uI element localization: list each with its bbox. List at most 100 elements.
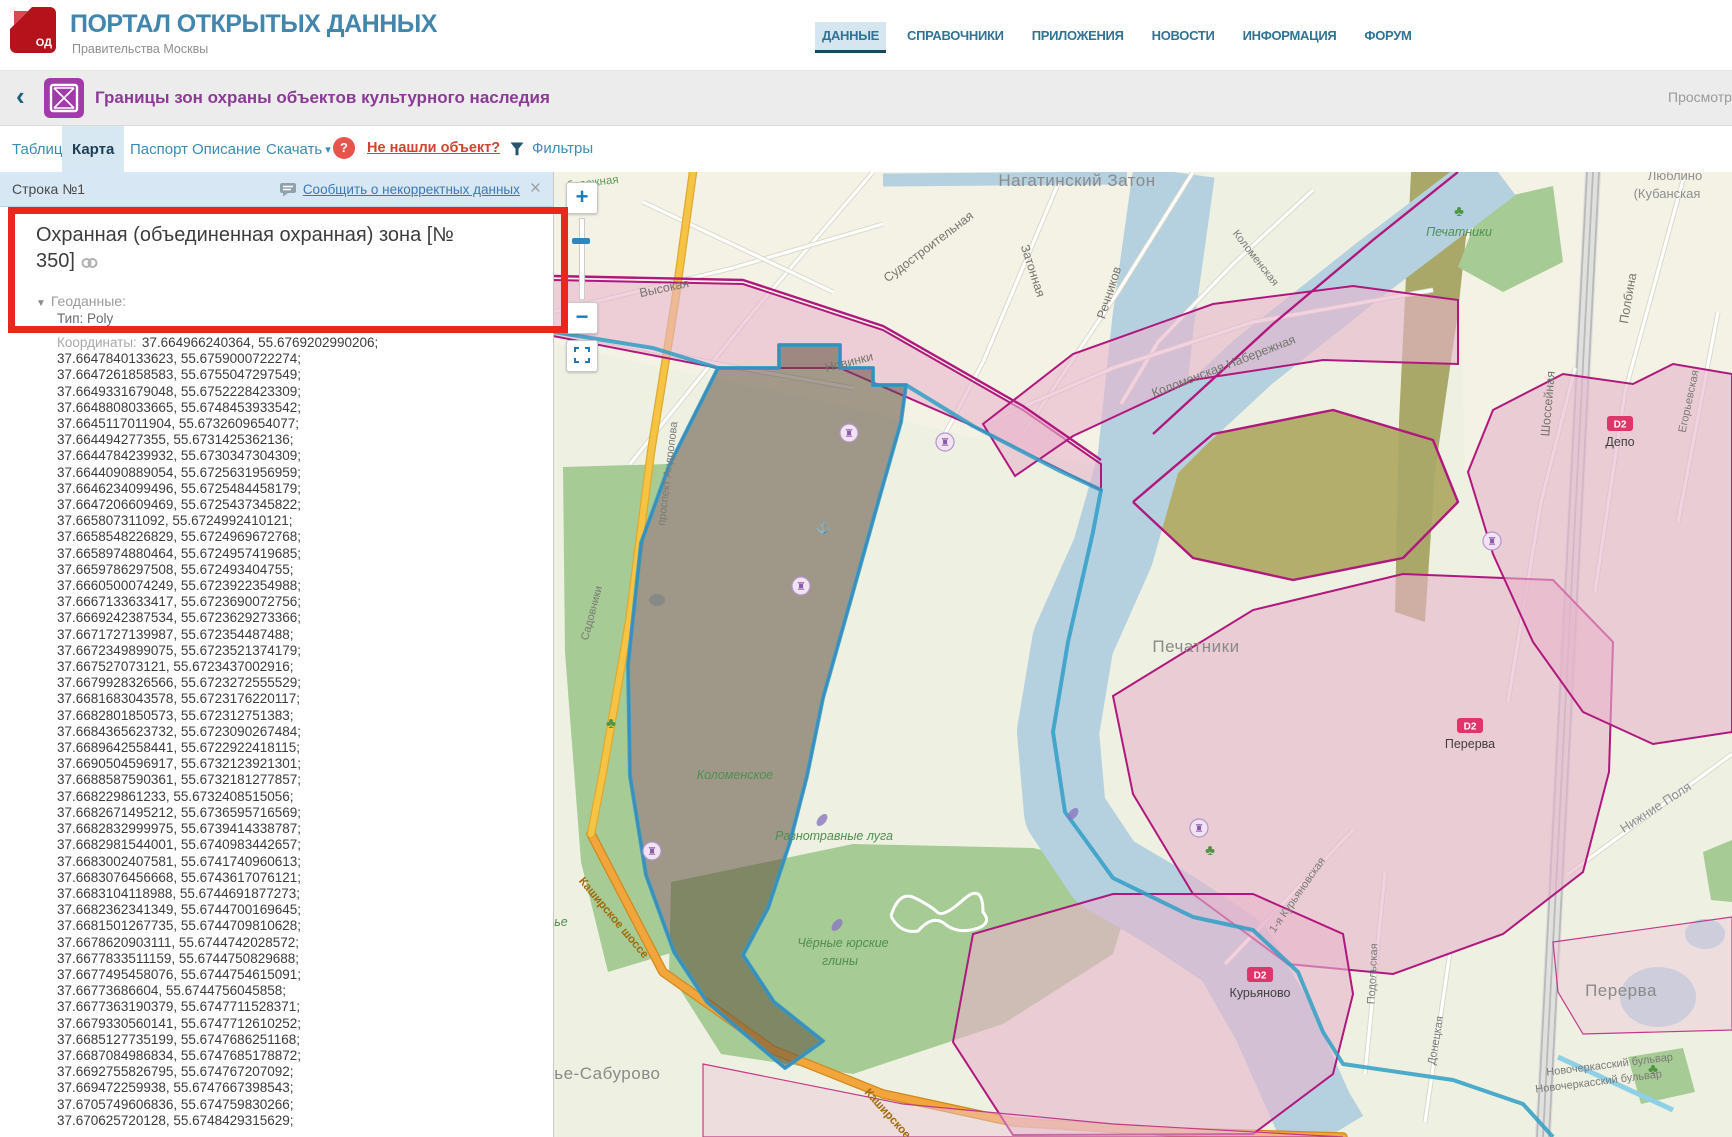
coordinate-value: 37.6682801850573, 55.672312751383;: [57, 708, 553, 724]
geometry-type: Тип: Poly: [57, 311, 553, 326]
not-found-link[interactable]: Не нашли объект?: [367, 140, 500, 156]
nav-item-forum[interactable]: ФОРУМ: [1357, 22, 1418, 50]
coordinate-value: 37.6681683043578, 55.6723176220117;: [57, 691, 553, 707]
coordinate-value: 37.6683076456668, 55.6743617076121;: [57, 870, 553, 886]
fullscreen-button[interactable]: [566, 340, 598, 372]
map-label: Чёрные юрские: [797, 936, 888, 950]
coordinate-value: 37.66773686604, 55.6744756045858;: [57, 983, 553, 999]
views-counter: Просмотре: [1668, 89, 1732, 105]
coordinate-value: 37.6682981544001, 55.6740983442657;: [57, 837, 553, 853]
coordinate-value: 37.665807311092, 55.6724992410121;: [57, 513, 553, 529]
record-panel-header: Строка №1 Сообщить о некоррект​ных данны…: [0, 172, 553, 207]
row-label: Строка №1: [12, 181, 85, 197]
coordinate-value: 37.6692755826795, 55.674767207092;: [57, 1064, 553, 1080]
map-label: ье: [554, 915, 568, 929]
coordinate-value: 37.6647206609469, 55.6725437345822;: [57, 497, 553, 513]
protection-zone: [953, 894, 1353, 1135]
portal-title[interactable]: ПОРТАЛ ОТКРЫТЫХ ДАННЫХ: [70, 10, 437, 39]
coordinate-value: 37.6649331679048, 55.6752228423309;: [57, 384, 553, 400]
coordinate-value: 37.668229861233, 55.6732408515056;: [57, 789, 553, 805]
coordinate-value: 37.669472259938, 55.6747667398543;: [57, 1080, 553, 1096]
coordinate-value: 37.6682832999975, 55.6739414338787;: [57, 821, 553, 837]
coordinate-value: 37.6687084986834, 55.6747685178872;: [57, 1048, 553, 1064]
coordinate-value: 37.670625720128, 55.6748429315629;: [57, 1113, 553, 1129]
map[interactable]: ♜♜♜♜♜♜♣♣♣♣⚓Нагатинский ЗатонСудостроител…: [553, 172, 1732, 1137]
museum-icon: ♜: [844, 428, 854, 440]
map-label: Коломенское: [697, 768, 774, 782]
coordinate-value: 37.664966240364, 55.6769202990206;: [142, 335, 379, 350]
geodata-section-toggle[interactable]: ▼Геоданные:: [36, 293, 553, 309]
coordinate-value: 37.6659786297508, 55.672493404755;: [57, 562, 553, 578]
portal-logo-icon[interactable]: ОД: [10, 7, 56, 53]
coordinate-value: 37.6645117011904, 55.6732609654077;: [57, 416, 553, 432]
map-label: Люблино: [1648, 172, 1702, 183]
coordinate-value: 37.6644090889054, 55.6725631956959;: [57, 465, 553, 481]
map-label: Печатники: [1152, 637, 1239, 656]
coordinate-value: 37.6669242387534, 55.6723629273366;: [57, 610, 553, 626]
d2-badge-text: D2: [1254, 971, 1267, 982]
back-button[interactable]: ‹: [16, 81, 25, 112]
tree-icon: ♣: [1205, 842, 1215, 859]
station-label: Курьяново: [1230, 986, 1291, 1000]
coordinates-list: Координаты: 37.664966240364, 55.676920299…: [57, 335, 553, 1129]
collapse-triangle-icon: ▼: [36, 298, 46, 309]
map-label: (Кубанская: [1634, 186, 1701, 201]
coordinate-value: 37.6660500074249, 55.6723922354988;: [57, 578, 553, 594]
coordinate-value: 37.6684365623732, 55.6723090267484;: [57, 724, 553, 740]
tab-map[interactable]: Карта: [62, 126, 124, 172]
logo-abbr: ОД: [36, 37, 52, 49]
dataset-title: Границы зон охраны объектов культурного …: [95, 88, 550, 108]
coordinate-value: 37.6685127735199, 55.6747686251168;: [57, 1032, 553, 1048]
nav-item-news[interactable]: НОВОСТИ: [1145, 22, 1222, 50]
nav-item-apps[interactable]: ПРИЛОЖЕНИЯ: [1025, 22, 1131, 50]
permalink-icon[interactable]: [81, 250, 98, 276]
report-incorrect-data-link[interactable]: Сообщить о некоррект​ных данных: [303, 182, 520, 197]
tree-icon: ♣: [606, 715, 616, 732]
coordinate-value: 37.6647840133623, 55.6759000722274;: [57, 351, 553, 367]
zoom-slider-handle[interactable]: [572, 238, 590, 244]
nav-item-data[interactable]: ДАННЫЕ: [815, 22, 886, 53]
coordinate-value: 37.6658974880464, 55.6724957419685;: [57, 546, 553, 562]
museum-icon: ♜: [940, 437, 950, 449]
coordinate-value: 37.6672349899075, 55.6723521374179;: [57, 643, 553, 659]
dataset-icon: [44, 78, 84, 118]
coordinate-value: 37.6689642558441, 55.6722922418115;: [57, 740, 553, 756]
coordinate-value: 37.6677833511159, 55.6744750829688;: [57, 951, 553, 967]
coordinate-value: 37.6671727139987, 55.672354487488;: [57, 627, 553, 643]
coordinate-value: 37.6677363190379, 55.6747711528371;: [57, 999, 553, 1015]
portal-subtitle: Правительства Москвы: [72, 42, 208, 56]
coordinate-value: 37.6658548226829, 55.6724969672768;: [57, 529, 553, 545]
nav-item-info[interactable]: ИНФОРМАЦИЯ: [1236, 22, 1344, 50]
coordinate-value: 37.6688587590361, 55.6732181277857;: [57, 772, 553, 788]
filters-button[interactable]: Фильтры: [510, 140, 593, 157]
coordinates-label: Координаты:: [57, 335, 137, 350]
map-label: Нагатинский Затон: [998, 172, 1155, 190]
zoom-out-button[interactable]: −: [566, 302, 598, 334]
coordinate-value: 37.6683104118988, 55.6744691877273;: [57, 886, 553, 902]
museum-icon: ♜: [796, 581, 806, 593]
coordinate-value: 37.6681501267735, 55.6744709810628;: [57, 918, 553, 934]
d2-badge-text: D2: [1464, 722, 1477, 733]
coordinate-value: 37.6679330560141, 55.6747712610252;: [57, 1016, 553, 1032]
zoom-in-button[interactable]: +: [566, 182, 598, 214]
map-label: речье-Сабурово: [553, 1064, 660, 1083]
museum-icon: ♜: [647, 846, 657, 858]
record-panel: Строка №1 Сообщить о некоррект​ных данны…: [0, 172, 554, 1137]
close-icon[interactable]: ×: [530, 178, 541, 200]
map-label: Перерва: [1585, 981, 1657, 1000]
map-label: Печатники: [1426, 225, 1492, 239]
download-menu[interactable]: Скачать ▾: [256, 126, 341, 172]
coordinate-value: 37.6682362341349, 55.6744700169645;: [57, 902, 553, 918]
coordinate-value: 37.6667133633417, 55.6723690072756;: [57, 594, 553, 610]
station-label: Депо: [1605, 435, 1634, 449]
fullscreen-icon: [574, 347, 590, 363]
coordinate-value: 37.6677495458076, 55.6744754615091;: [57, 967, 553, 983]
nav-item-directories[interactable]: СПРАВОЧНИКИ: [900, 22, 1011, 50]
museum-icon: ♜: [1194, 823, 1204, 835]
header: ОД ПОРТАЛ ОТКРЫТЫХ ДАННЫХ Правительства …: [0, 0, 1732, 71]
breadcrumb: ‹ Границы зон охраны объектов культурног…: [0, 71, 1732, 126]
coordinate-value: 37.6678620903111, 55.6744742028572;: [57, 935, 553, 951]
zoom-slider-track[interactable]: [579, 218, 585, 300]
anchor-icon: ⚓: [816, 520, 831, 534]
help-icon[interactable]: ?: [333, 137, 355, 159]
